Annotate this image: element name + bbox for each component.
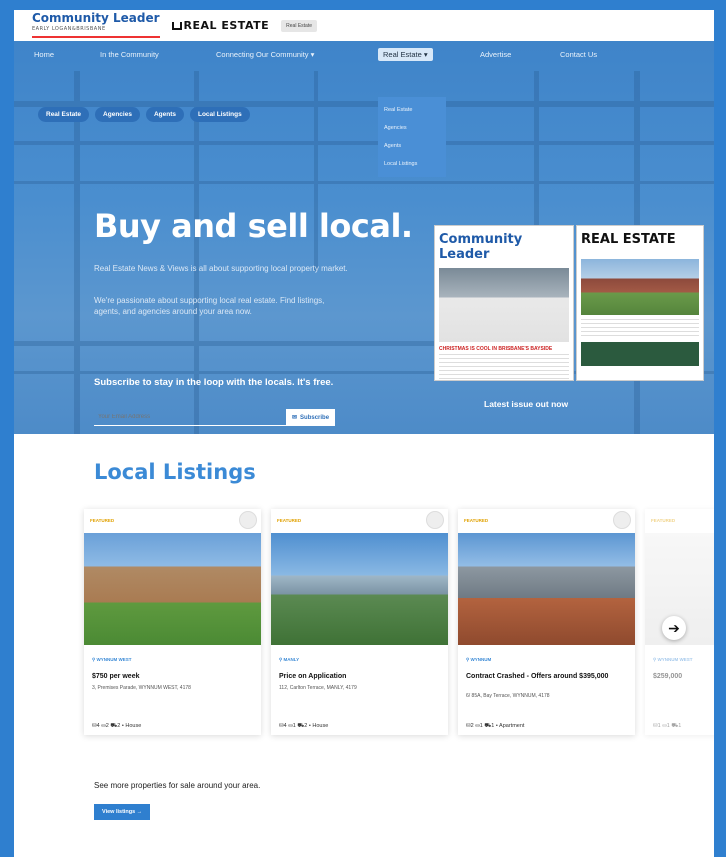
dropdown-item-real-estate[interactable]: Real Estate	[378, 101, 446, 119]
pill-agencies[interactable]: Agencies	[95, 107, 140, 122]
listing-address: 3, Premises Parade, WYNNUM WEST, 4178	[92, 685, 191, 691]
page-frame: Community Leader EARLY LOGAN&BRISBANE RE…	[14, 10, 714, 857]
section-title: Local Listings	[94, 460, 256, 484]
listing-address: 6/ 85A, Bay Terrace, WYNNUM, 4178	[466, 693, 550, 699]
sub-nav-pills: Real Estate Agencies Agents Local Listin…	[38, 107, 250, 122]
nav-contact-us[interactable]: Contact Us	[560, 50, 597, 59]
dropdown-item-agencies[interactable]: Agencies	[378, 119, 446, 137]
subscribe-title: Subscribe to stay in the loop with the l…	[94, 377, 334, 388]
nav-real-estate[interactable]: Real Estate ▾	[378, 48, 433, 61]
listing-price: Contract Crashed - Offers around $395,00…	[466, 673, 609, 680]
real-estate-issue-cover[interactable]: REAL ESTATE	[576, 225, 704, 381]
listing-price: $750 per week	[92, 673, 140, 680]
agent-avatar[interactable]	[239, 511, 257, 529]
cover-photo	[581, 259, 699, 315]
community-leader-logo[interactable]: Community Leader EARLY LOGAN&BRISBANE	[32, 12, 160, 38]
agent-avatar[interactable]	[613, 511, 631, 529]
map-pin-location: ⚲ WYNNUM WEST	[653, 657, 693, 662]
pill-agents[interactable]: Agents	[145, 107, 184, 122]
hero-paragraph-1: Real Estate News & Views is all about su…	[94, 264, 348, 273]
real-estate-dropdown: Real Estate Agencies Agents Local Listin…	[378, 97, 446, 177]
dropdown-item-agents[interactable]: Agents	[378, 137, 446, 155]
listing-card[interactable]: FEATURED ⚲ MANLY Price on Application 11…	[271, 509, 448, 735]
view-listings-button[interactable]: View listings →	[94, 804, 151, 820]
nav-in-the-community[interactable]: In the Community	[100, 50, 159, 59]
house-icon	[171, 22, 182, 30]
main-nav: Home In the Community Connecting Our Com…	[14, 41, 714, 69]
hero-title: Buy and sell local.	[94, 207, 413, 245]
email-input[interactable]	[94, 409, 286, 426]
local-listings-section: Local Listings FEATURED ⚲ WYNNUM WEST $7…	[14, 434, 714, 857]
listing-card[interactable]: FEATURED ⚲ WYNNUM WEST $750 per week 3, …	[84, 509, 261, 735]
listing-photo[interactable]	[271, 533, 448, 645]
subscribe-form: ✉Subscribe	[94, 409, 336, 426]
hero-section: Home In the Community Connecting Our Com…	[14, 41, 714, 434]
listing-address: 112, Carlton Terrace, MANLY, 4179	[279, 685, 357, 691]
latest-issue-link[interactable]: Latest issue out now	[484, 399, 568, 409]
listing-features: ⛁2 ⛀1 ⛟1 • Apartment	[466, 723, 525, 729]
listing-photo[interactable]	[458, 533, 635, 645]
map-pin-location: ⚲ MANLY	[279, 657, 300, 662]
hero-paragraph-2: We're passionate about supporting local …	[94, 296, 325, 316]
dropdown-item-local-listings[interactable]: Local Listings	[378, 155, 446, 173]
cover-photo	[439, 268, 569, 342]
community-leader-issue-cover[interactable]: Community Leader CHRISTMAS IS COOL IN BR…	[434, 225, 574, 381]
real-estate-logo[interactable]: REAL ESTATE	[171, 19, 270, 32]
mail-icon: ✉	[292, 415, 298, 421]
listing-features: ⛁4 ⛀2 ⛟2 • House	[92, 723, 142, 729]
pill-local-listings[interactable]: Local Listings	[189, 107, 250, 122]
section-pill[interactable]: Real Estate	[281, 19, 317, 32]
nav-connecting-our-community[interactable]: Connecting Our Community ▾	[216, 50, 314, 59]
listing-price: $259,000	[653, 673, 683, 680]
agent-avatar[interactable]	[426, 511, 444, 529]
listing-features: ⛁4 ⛀1 ⛟2 • House	[279, 723, 329, 729]
listing-features: ⛁1 ⛀1 ⛟1	[653, 723, 682, 729]
carousel-next-arrow-icon[interactable]: ➔	[662, 616, 686, 640]
listing-photo[interactable]	[84, 533, 261, 645]
map-pin-location: ⚲ WYNNUM	[466, 657, 492, 662]
map-pin-location: ⚲ WYNNUM WEST	[92, 657, 132, 662]
subscribe-button[interactable]: ✉ Subscribe	[286, 409, 336, 426]
logo-bar: Community Leader EARLY LOGAN&BRISBANE RE…	[14, 10, 714, 41]
nav-advertise[interactable]: Advertise	[480, 50, 511, 59]
nav-home[interactable]: Home	[34, 50, 54, 59]
listing-card[interactable]: FEATURED ⚲ WYNNUM Contract Crashed - Off…	[458, 509, 635, 735]
listing-price: Price on Application	[279, 673, 347, 680]
see-more-text: See more properties for sale around your…	[94, 781, 261, 790]
pill-real-estate[interactable]: Real Estate	[38, 107, 90, 122]
